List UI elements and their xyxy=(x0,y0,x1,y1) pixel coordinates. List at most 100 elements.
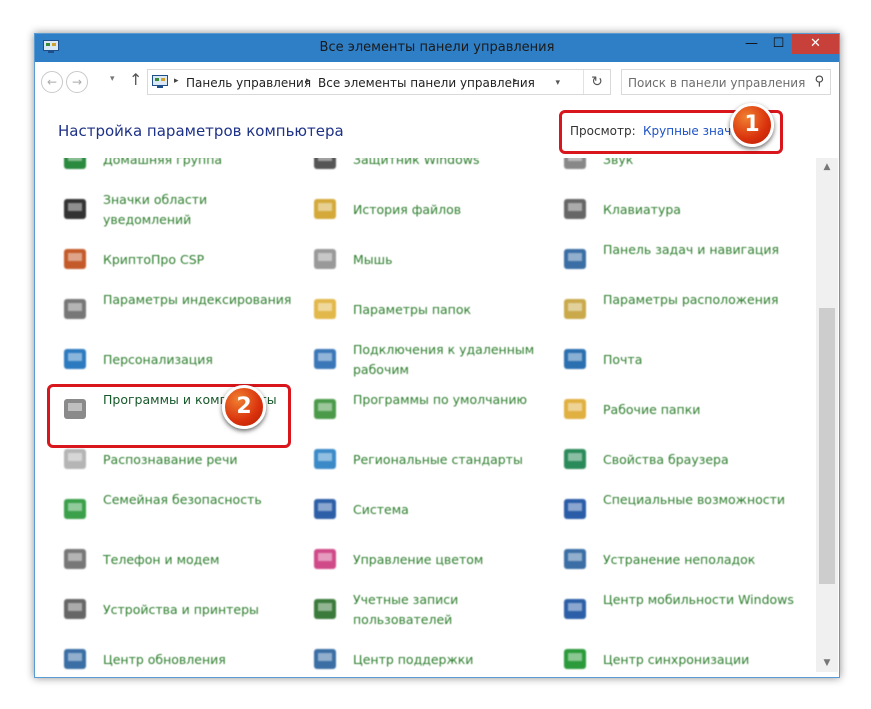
control-panel-item[interactable]: Семейная безопасность xyxy=(61,488,301,532)
control-panel-item[interactable]: История файлов xyxy=(311,188,551,232)
personalization-icon xyxy=(64,349,86,369)
control-panel-item-label: Подключения к удаленным рабочим xyxy=(353,342,535,377)
forward-button[interactable]: → xyxy=(66,71,88,93)
control-panel-item[interactable]: Система xyxy=(311,488,551,532)
control-panel-item-label: Персонализация xyxy=(103,352,213,367)
family-safety-icon xyxy=(64,499,86,519)
control-panel-item[interactable]: Устройства и принтеры xyxy=(61,588,301,632)
recent-locations-icon[interactable]: ▾ xyxy=(110,74,115,84)
control-panel-item[interactable]: Параметры папок xyxy=(311,288,551,332)
notification-icons-icon xyxy=(64,199,86,219)
minimize-button[interactable]: — xyxy=(738,34,765,54)
view-by-label: Просмотр: xyxy=(570,124,636,138)
mouse-icon xyxy=(314,249,336,269)
address-bar[interactable]: ▸ Панель управления ▸ Все элементы панел… xyxy=(147,69,611,95)
troubleshooting-icon xyxy=(564,549,586,569)
control-panel-item-label: Телефон и модем xyxy=(103,552,220,567)
control-panel-item-label: Звук xyxy=(603,158,634,167)
control-panel-item[interactable]: Значки области уведомлений xyxy=(61,188,301,232)
control-panel-item[interactable]: Домашняя группа xyxy=(61,158,301,182)
control-panel-item-label: Программы по умолчанию xyxy=(353,392,527,407)
default-programs-icon xyxy=(314,399,336,419)
address-dropdown-icon[interactable]: ▾ xyxy=(555,78,560,88)
work-folders-icon xyxy=(564,399,586,419)
breadcrumb-separator-icon[interactable]: ▸ xyxy=(174,76,179,86)
control-panel-item-label: Защитник Windows xyxy=(353,158,480,167)
search-input[interactable]: Поиск в панели управления xyxy=(628,76,805,90)
keyboard-icon xyxy=(564,199,586,219)
control-panel-item[interactable]: Мышь xyxy=(311,238,551,282)
control-panel-item-label: Программы и компоненты xyxy=(103,392,277,407)
file-history-icon xyxy=(314,199,336,219)
control-panel-icon xyxy=(152,75,168,88)
control-panel-item-label: Учетные записи пользователей xyxy=(353,592,459,627)
accessibility-icon xyxy=(564,499,586,519)
control-panel-item-label: Устройства и принтеры xyxy=(103,602,259,617)
control-panel-item[interactable]: Специальные возможности xyxy=(561,488,801,532)
up-button[interactable]: ↑ xyxy=(129,70,142,89)
control-panel-item[interactable]: Рабочие папки xyxy=(561,388,801,432)
location-icon xyxy=(564,299,586,319)
content-header: Настройка параметров компьютера Просмотр… xyxy=(35,102,839,158)
control-panel-item-label: Центр мобильности Windows xyxy=(603,592,794,607)
microphone-icon xyxy=(64,449,86,469)
search-box[interactable]: Поиск в панели управления ⚲ xyxy=(621,69,831,95)
breadcrumb-control-panel[interactable]: Панель управления xyxy=(186,76,311,90)
action-center-icon xyxy=(314,649,336,669)
scroll-thumb[interactable] xyxy=(819,308,835,584)
breadcrumb-all-items[interactable]: Все элементы панели управления xyxy=(318,76,535,90)
breadcrumb-separator-icon[interactable]: ▸ xyxy=(513,76,518,86)
control-panel-item[interactable]: Региональные стандарты xyxy=(311,438,551,482)
back-button[interactable]: ← xyxy=(41,71,63,93)
control-panel-item[interactable]: Центр обновления xyxy=(61,638,301,672)
control-panel-item[interactable]: Подключения к удаленным рабочим xyxy=(311,338,551,382)
system-icon xyxy=(314,499,336,519)
control-panel-item-label: Панель задач и навигация xyxy=(603,242,780,257)
control-panel-item[interactable]: Программы по умолчанию xyxy=(311,388,551,432)
control-panel-item[interactable]: Свойства браузера xyxy=(561,438,801,482)
control-panel-item[interactable]: Центр поддержки xyxy=(311,638,551,672)
control-panel-item-label: Управление цветом xyxy=(353,552,484,567)
control-panel-item[interactable]: Параметры расположения xyxy=(561,288,801,332)
control-panel-item[interactable]: Клавиатура xyxy=(561,188,801,232)
control-panel-item-label: Устранение неполадок xyxy=(603,552,756,567)
control-panel-item[interactable]: Центр мобильности Windows xyxy=(561,588,801,632)
mobility-center-icon xyxy=(564,599,586,619)
scroll-down-button[interactable]: ▼ xyxy=(816,654,838,672)
control-panel-item[interactable]: Параметры индексирования xyxy=(61,288,301,332)
control-panel-item[interactable]: Распознавание речи xyxy=(61,438,301,482)
control-panel-item[interactable]: Персонализация xyxy=(61,338,301,382)
control-panel-item[interactable]: Учетные записи пользователей xyxy=(311,588,551,632)
control-panel-item[interactable]: Звук xyxy=(561,158,801,182)
maximize-button[interactable]: ☐ xyxy=(765,34,792,54)
folder-options-icon xyxy=(314,299,336,319)
control-panel-item[interactable]: Защитник Windows xyxy=(311,158,551,182)
control-panel-window: Все элементы панели управления — ☐ ✕ ← →… xyxy=(34,33,840,678)
control-panel-item[interactable]: Почта xyxy=(561,338,801,382)
control-panel-item[interactable]: Управление цветом xyxy=(311,538,551,582)
devices-printers-icon xyxy=(64,599,86,619)
control-panel-item[interactable]: КриптоПро CSP xyxy=(61,238,301,282)
control-panel-item-label: Параметры папок xyxy=(353,302,472,317)
refresh-button[interactable]: ↻ xyxy=(583,70,610,94)
control-panel-items: Домашняя группа Защитник Windows Звук Значк… xyxy=(35,158,816,672)
title-bar[interactable]: Все элементы панели управления — ☐ ✕ xyxy=(35,34,839,62)
control-panel-item[interactable]: Телефон и модем xyxy=(61,538,301,582)
control-panel-item[interactable]: Устранение неполадок xyxy=(561,538,801,582)
indexing-icon xyxy=(64,299,86,319)
breadcrumb-separator-icon[interactable]: ▸ xyxy=(306,76,311,86)
control-panel-item-label: Система xyxy=(353,502,409,517)
control-panel-item-label: Мышь xyxy=(353,252,393,267)
vertical-scrollbar[interactable]: ▲ ▼ xyxy=(816,158,838,672)
remote-desktop-icon xyxy=(314,349,336,369)
homegroup-icon xyxy=(64,158,86,169)
search-icon[interactable]: ⚲ xyxy=(814,74,824,89)
user-accounts-icon xyxy=(314,599,336,619)
scroll-up-button[interactable]: ▲ xyxy=(816,158,838,176)
phone-modem-icon xyxy=(64,549,86,569)
programs-features-icon xyxy=(64,399,86,419)
control-panel-item[interactable]: Центр синхронизации xyxy=(561,638,801,672)
sound-icon xyxy=(564,158,586,169)
close-button[interactable]: ✕ xyxy=(792,34,839,54)
control-panel-item[interactable]: Панель задач и навигация xyxy=(561,238,801,282)
